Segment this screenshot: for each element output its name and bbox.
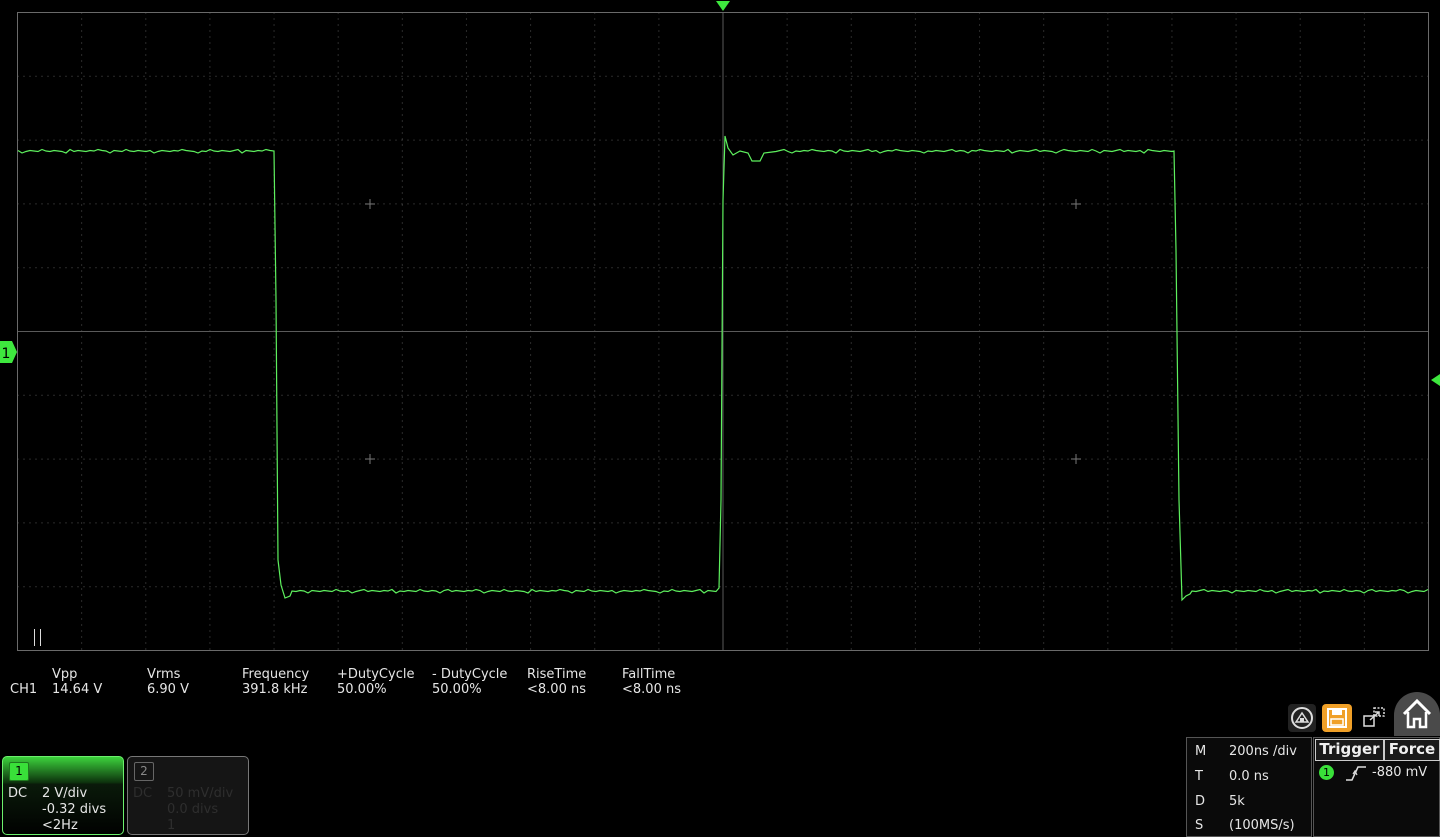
ch2-settings-box[interactable]: 2 DC 50 mV/div 0.0 divs 1 bbox=[127, 756, 249, 835]
measure-name-rise: RiseTime bbox=[527, 667, 587, 682]
ch1-scale: 2 V/div bbox=[42, 786, 88, 801]
auto-scale-button[interactable] bbox=[1288, 704, 1316, 732]
trigger-level-marker[interactable] bbox=[1431, 374, 1440, 386]
trigger-source-badge[interactable]: 1 bbox=[1319, 765, 1334, 780]
zoom-fit-icon bbox=[1363, 707, 1385, 727]
ch2-offset: 0.0 divs bbox=[167, 802, 219, 817]
zoom-fit-button[interactable] bbox=[1360, 704, 1388, 732]
timebase-t-value: 0.0 ns bbox=[1229, 769, 1269, 784]
measure-name-vrms: Vrms bbox=[147, 667, 181, 682]
measurements-panel: CH1 Vpp 14.64 V Vrms 6.90 V Frequency 39… bbox=[0, 666, 760, 706]
measure-name-neg-duty: - DutyCycle bbox=[432, 667, 508, 682]
ch1-badge: 1 bbox=[9, 762, 29, 781]
timebase-row-d: D 5k bbox=[1195, 794, 1245, 809]
force-trigger-button[interactable]: Force bbox=[1384, 739, 1440, 761]
ch1-ground-label: 1 bbox=[2, 346, 11, 362]
trigger-button[interactable]: Trigger bbox=[1315, 739, 1384, 761]
trigger-position-marker[interactable] bbox=[716, 1, 730, 11]
timebase-row-m: M 200ns /div bbox=[1195, 744, 1297, 759]
timebase-panel[interactable]: M 200ns /div T 0.0 ns D 5k S (100MS/s) bbox=[1186, 737, 1312, 837]
graticule bbox=[17, 12, 1429, 651]
measure-value-frequency: 391.8 kHz bbox=[242, 682, 308, 697]
measure-name-pos-duty: +DutyCycle bbox=[337, 667, 415, 682]
timebase-m-label: M bbox=[1195, 744, 1207, 759]
timebase-m-value: 200ns /div bbox=[1229, 744, 1297, 759]
timebase-d-value: 5k bbox=[1229, 794, 1245, 809]
timebase-s-label: S bbox=[1195, 818, 1204, 833]
ch2-extra: 1 bbox=[167, 818, 176, 833]
timebase-d-label: D bbox=[1195, 794, 1206, 809]
measure-value-vrms: 6.90 V bbox=[147, 682, 189, 697]
measure-name-vpp: Vpp bbox=[52, 667, 78, 682]
ch1-settings-box[interactable]: 1 DC 2 V/div -0.32 divs <2Hz bbox=[2, 756, 124, 835]
measure-name-frequency: Frequency bbox=[242, 667, 310, 682]
ch1-bandwidth: <2Hz bbox=[42, 818, 78, 833]
measure-value-fall: <8.00 ns bbox=[622, 682, 681, 697]
home-button[interactable] bbox=[1394, 692, 1440, 736]
scope-display[interactable]: 1 bbox=[0, 0, 1440, 660]
timebase-row-t: T 0.0 ns bbox=[1195, 769, 1269, 784]
ch2-coupling: DC bbox=[133, 786, 153, 801]
timebase-s-value: (100MS/s) bbox=[1229, 818, 1295, 833]
home-icon bbox=[1402, 698, 1432, 729]
timebase-t-label: T bbox=[1195, 769, 1203, 784]
ch1-coupling: DC bbox=[8, 786, 28, 801]
save-icon bbox=[1327, 708, 1347, 728]
run-indicator-icon bbox=[34, 629, 41, 646]
ch1-offset: -0.32 divs bbox=[42, 802, 107, 817]
timebase-row-s: S (100MS/s) bbox=[1195, 818, 1295, 833]
measure-value-vpp: 14.64 V bbox=[52, 682, 103, 697]
measure-value-pos-duty: 50.00% bbox=[337, 682, 387, 697]
auto-scale-icon bbox=[1291, 707, 1313, 729]
measure-value-neg-duty: 50.00% bbox=[432, 682, 482, 697]
measure-value-rise: <8.00 ns bbox=[527, 682, 586, 697]
measure-name-fall: FallTime bbox=[622, 667, 676, 682]
trigger-level[interactable]: -880 mV bbox=[1372, 765, 1427, 780]
save-button[interactable] bbox=[1322, 704, 1352, 732]
quick-toolbar bbox=[1288, 692, 1440, 736]
ch2-scale: 50 mV/div bbox=[167, 786, 234, 801]
trigger-panel: Trigger Force 1 -880 mV bbox=[1313, 737, 1440, 837]
rising-edge-icon[interactable] bbox=[1344, 764, 1368, 782]
ch2-badge: 2 bbox=[134, 762, 154, 781]
measure-row-label: CH1 bbox=[10, 682, 38, 697]
